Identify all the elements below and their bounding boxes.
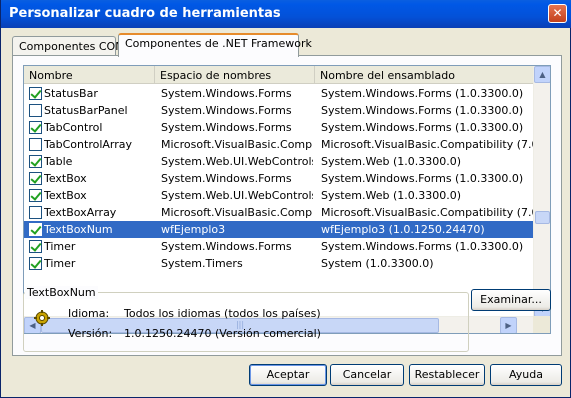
component-assembly: System.Web (1.0.3300.0) bbox=[321, 189, 462, 202]
cancel-button[interactable]: Cancelar bbox=[330, 364, 404, 386]
component-assembly: System.Windows.Forms (1.0.3300.0) bbox=[321, 87, 524, 100]
component-checkbox[interactable] bbox=[29, 223, 42, 236]
component-checkbox[interactable] bbox=[29, 240, 42, 253]
component-name: StatusBar bbox=[44, 87, 98, 100]
list-header: Nombre Espacio de nombres Nombre del ens… bbox=[24, 66, 534, 84]
component-assembly: System.Windows.Forms (1.0.3300.0) bbox=[321, 172, 524, 185]
reset-button[interactable]: Restablecer bbox=[409, 364, 485, 386]
tab-net-framework-components[interactable]: Componentes de .NET Framework bbox=[118, 33, 312, 57]
component-namespace: wfEjemplo3 bbox=[161, 223, 226, 236]
list-item[interactable]: StatusBar System.Windows.Forms System.Wind… bbox=[24, 85, 534, 102]
component-assembly: System.Web (1.0.3300.0) bbox=[321, 155, 462, 168]
details-group-title: TextBoxNum bbox=[25, 286, 98, 299]
scroll-right-button[interactable]: ▶ bbox=[500, 317, 517, 333]
browse-button[interactable]: Examinar... bbox=[471, 289, 551, 311]
list-item[interactable]: StatusBarPanel System.Windows.Forms System… bbox=[24, 102, 534, 119]
component-namespace: System.Windows.Forms bbox=[161, 121, 292, 134]
component-assembly: System (1.0.3300.0) bbox=[321, 257, 434, 270]
component-checkbox[interactable] bbox=[29, 104, 42, 117]
component-assembly: System.Windows.Forms (1.0.3300.0) bbox=[321, 104, 524, 117]
version-label: Versión: bbox=[68, 327, 113, 340]
list-rows: StatusBar System.Windows.Forms System.Wind… bbox=[24, 85, 534, 317]
component-checkbox[interactable] bbox=[29, 206, 42, 219]
component-name: TextBoxNum bbox=[44, 223, 113, 236]
list-item[interactable]: TabControl System.Windows.Forms System.Win… bbox=[24, 119, 534, 136]
component-checkbox[interactable] bbox=[29, 138, 42, 151]
close-button[interactable]: ✕ bbox=[548, 4, 567, 23]
component-checkbox[interactable] bbox=[29, 257, 42, 270]
component-name: TextBoxArray bbox=[44, 206, 117, 219]
language-label: Idioma: bbox=[68, 307, 110, 320]
window-title: Personalizar cuadro de herramientas bbox=[9, 6, 281, 21]
component-name: TextBox bbox=[44, 172, 87, 185]
scroll-corner bbox=[533, 316, 550, 333]
list-item[interactable]: TextBox System.Web.UI.WebControls System.W… bbox=[24, 187, 534, 204]
component-checkbox[interactable] bbox=[29, 172, 42, 185]
vertical-scrollbar[interactable]: ▲ ▼ bbox=[533, 66, 550, 317]
vertical-scroll-thumb[interactable] bbox=[535, 211, 550, 224]
component-assembly: Microsoft.VisualBasic.Compatibility (7.0… bbox=[321, 206, 533, 219]
component-name: TextBox bbox=[44, 189, 87, 202]
component-namespace: System.Web.UI.WebControls bbox=[161, 189, 313, 202]
component-checkbox[interactable] bbox=[29, 121, 42, 134]
list-item[interactable]: TextBoxArray Microsoft.VisualBasic.Comp..… bbox=[24, 204, 534, 221]
component-checkbox[interactable] bbox=[29, 189, 42, 202]
tab-panel: Nombre Espacio de nombres Nombre del ens… bbox=[12, 55, 562, 356]
version-value: 1.0.1250.24470 (Versión comercial) bbox=[124, 327, 321, 340]
component-namespace: Microsoft.VisualBasic.Comp... bbox=[161, 206, 313, 219]
component-name: TabControlArray bbox=[44, 138, 133, 151]
component-namespace: System.Windows.Forms bbox=[161, 172, 292, 185]
component-namespace: Microsoft.VisualBasic.Comp... bbox=[161, 138, 313, 151]
component-name: TabControl bbox=[44, 121, 103, 134]
scroll-up-button[interactable]: ▲ bbox=[534, 66, 550, 83]
language-value: Todos los idiomas (todos los países) bbox=[124, 307, 321, 320]
list-item[interactable]: Table System.Web.UI.WebControls System.Web… bbox=[24, 153, 534, 170]
list-item[interactable]: TextBox System.Windows.Forms System.Window… bbox=[24, 170, 534, 187]
component-namespace: System.Web.UI.WebControls bbox=[161, 155, 313, 168]
help-button[interactable]: Ayuda bbox=[490, 364, 562, 386]
tab-com-components[interactable]: Componentes COM bbox=[12, 36, 125, 56]
component-name: Timer bbox=[44, 257, 76, 270]
gear-icon bbox=[34, 310, 50, 326]
component-checkbox[interactable] bbox=[29, 87, 42, 100]
list-item[interactable]: TextBoxNum wfEjemplo3 wfEjemplo3 (1.0.1250… bbox=[24, 221, 534, 238]
component-name: StatusBarPanel bbox=[44, 104, 128, 117]
component-assembly: System.Windows.Forms (1.0.3300.0) bbox=[321, 121, 524, 134]
details-group bbox=[23, 292, 469, 352]
component-assembly: Microsoft.VisualBasic.Compatibility (7.0… bbox=[321, 138, 533, 151]
component-assembly: System.Windows.Forms (1.0.3300.0) bbox=[321, 240, 524, 253]
column-header-name[interactable]: Nombre bbox=[24, 66, 155, 84]
component-namespace: System.Timers bbox=[161, 257, 243, 270]
component-name: Table bbox=[44, 155, 73, 168]
customize-toolbox-dialog: Personalizar cuadro de herramientas ✕ Co… bbox=[0, 0, 571, 398]
column-header-namespace[interactable]: Espacio de nombres bbox=[155, 66, 315, 84]
list-item[interactable]: Timer System.Windows.Forms System.Windows.… bbox=[24, 238, 534, 255]
component-namespace: System.Windows.Forms bbox=[161, 240, 292, 253]
component-namespace: System.Windows.Forms bbox=[161, 104, 292, 117]
list-item[interactable]: TabControlArray Microsoft.VisualBasic.Com… bbox=[24, 136, 534, 153]
list-item[interactable]: Timer System.Timers System (1.0.3300.0) bbox=[24, 255, 534, 272]
component-namespace: System.Windows.Forms bbox=[161, 87, 292, 100]
column-header-assembly[interactable]: Nombre del ensamblado bbox=[315, 66, 534, 84]
title-bar[interactable]: Personalizar cuadro de herramientas ✕ bbox=[1, 0, 571, 28]
component-assembly: wfEjemplo3 (1.0.1250.24470) bbox=[321, 223, 485, 236]
component-name: Timer bbox=[44, 240, 76, 253]
component-checkbox[interactable] bbox=[29, 155, 42, 168]
ok-button[interactable]: Aceptar bbox=[249, 364, 327, 386]
